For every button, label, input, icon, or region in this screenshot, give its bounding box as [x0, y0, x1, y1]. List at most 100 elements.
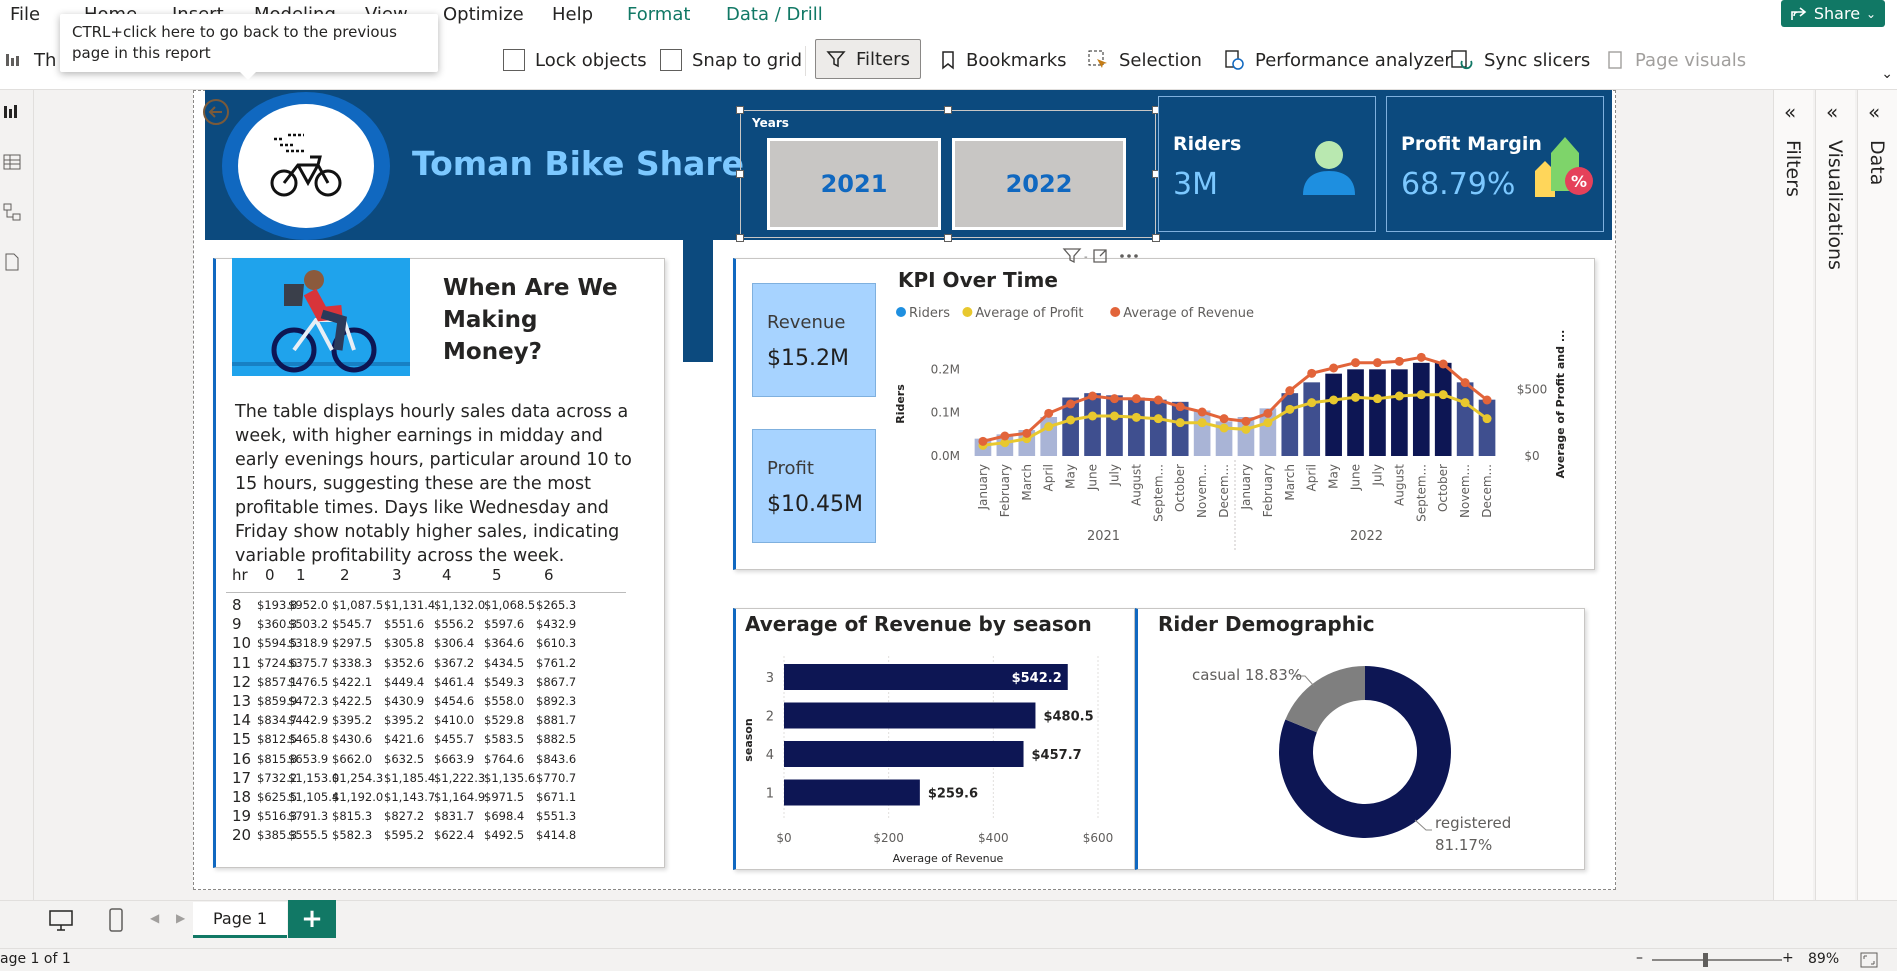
back-arrow-icon[interactable] [202, 98, 230, 126]
zoom-slider[interactable] [1652, 959, 1782, 961]
lock-objects-toggle[interactable]: Lock objects [503, 40, 647, 80]
legend-marker [962, 307, 973, 317]
snap-to-grid-checkbox[interactable] [660, 49, 682, 71]
expand-filters-chevron-icon[interactable]: « [1784, 100, 1796, 124]
profit-point [1416, 390, 1426, 400]
data-pane-label: Data [1866, 140, 1888, 186]
visualizations-pane[interactable]: « Visualizations [1815, 90, 1855, 900]
share-button[interactable]: Share ⌄ [1781, 0, 1885, 27]
matrix-cell: $881.7 [536, 713, 577, 728]
chevron-down-icon: ⌄ [1866, 6, 1877, 21]
theme-button[interactable]: Th [4, 40, 56, 80]
x-tick-label: April [1042, 464, 1056, 491]
zoom-in-icon[interactable]: + [1782, 950, 1794, 966]
slicer-option-2021[interactable]: 2021 [767, 138, 941, 230]
revenue-point [1416, 352, 1426, 362]
riders-bar [1347, 369, 1364, 456]
filter-icon[interactable] [1062, 248, 1082, 264]
menu-file[interactable]: File [10, 4, 40, 25]
lock-objects-checkbox[interactable] [503, 49, 525, 71]
revenue-card[interactable]: Revenue $15.2M [752, 283, 876, 397]
zoom-slider-thumb[interactable] [1703, 953, 1708, 967]
sync-slicers-button[interactable]: Sync slicers [1450, 40, 1590, 80]
performance-analyzer-button[interactable]: Performance analyzer [1223, 40, 1452, 80]
dax-query-view-icon[interactable] [2, 252, 22, 272]
matrix-row-header: 8 [232, 596, 242, 614]
zoom-out-icon[interactable]: – [1636, 950, 1643, 966]
menu-help[interactable]: Help [552, 4, 593, 25]
data-pane[interactable]: « Data [1857, 90, 1897, 900]
riders-card[interactable]: Riders 3M [1158, 96, 1376, 232]
selection-button[interactable]: Selection [1087, 40, 1202, 80]
table-view-icon[interactable] [2, 152, 22, 172]
desktop-layout-icon[interactable] [48, 909, 74, 933]
resize-handle[interactable] [944, 106, 952, 114]
kpi-over-time-chart[interactable]: Riders Average of Profit Average of Revenu… [890, 300, 1590, 560]
prev-page-icon[interactable]: ◀ [150, 911, 159, 925]
x-tick-label: $0 [776, 831, 791, 845]
performance-analyzer-label: Performance analyzer [1255, 49, 1452, 71]
matrix-cell: $318.9 [288, 636, 329, 651]
ribbon-expand-chevron-icon[interactable]: ⌄ [1881, 66, 1893, 82]
matrix-cell: $764.6 [484, 751, 525, 766]
add-page-button[interactable]: + [288, 900, 336, 938]
next-page-icon[interactable]: ▶ [176, 911, 185, 925]
slicer-label: Years [752, 116, 789, 130]
matrix-cell: $465.8 [288, 732, 329, 747]
expand-data-chevron-icon[interactable]: « [1868, 100, 1880, 124]
resize-handle[interactable] [1152, 234, 1160, 242]
riders-bar [1478, 399, 1496, 456]
y-tick-label: 0.1M [931, 406, 960, 420]
snap-to-grid-toggle[interactable]: Snap to grid [660, 40, 802, 80]
x-tick-label: April [1305, 464, 1319, 491]
kpi-chart-title: KPI Over Time [898, 268, 1058, 292]
menu-data-drill[interactable]: Data / Drill [726, 4, 823, 25]
revenue-point [1131, 394, 1141, 404]
filters-button[interactable]: Filters [815, 39, 921, 79]
x-tick-label: $400 [978, 831, 1009, 845]
report-view-icon[interactable] [2, 102, 22, 122]
rider-demographic-donut[interactable]: casual 18.83% registered 81.17% [1140, 640, 1580, 868]
resize-handle[interactable] [736, 170, 744, 178]
profit-point [1394, 391, 1404, 401]
fit-to-page-icon[interactable] [1860, 952, 1878, 968]
riders-bar [1128, 397, 1145, 456]
matrix-cell: $1,087.5 [332, 598, 384, 612]
profit-margin-card[interactable]: Profit Margin 68.79% % [1386, 96, 1604, 232]
revenue-point [1066, 399, 1076, 409]
profit-card[interactable]: Profit $10.45M [752, 429, 876, 543]
bookmarks-label: Bookmarks [966, 49, 1067, 71]
model-view-icon[interactable] [2, 202, 22, 222]
x-tick-label: May [1064, 464, 1078, 489]
filters-pane[interactable]: « Filters [1773, 90, 1813, 900]
mobile-layout-icon[interactable] [108, 907, 124, 933]
season-revenue-chart[interactable]: 3 $542.2 2 $480.5 4 $457.7 1 $259.6 $0 $200 $400 $6… [740, 640, 1130, 868]
menu-optimize[interactable]: Optimize [443, 4, 524, 25]
person-icon [1303, 141, 1355, 195]
matrix-cell: $610.3 [536, 636, 577, 651]
matrix-cell: $395.2 [384, 713, 425, 728]
matrix-cell: $551.3 [536, 809, 577, 824]
page-visuals-button[interactable]: Page visuals [1605, 40, 1746, 80]
expand-visualizations-chevron-icon[interactable]: « [1826, 100, 1838, 124]
resize-handle[interactable] [736, 234, 744, 242]
x-tick-label: February [1261, 464, 1275, 517]
profit-point [1372, 394, 1382, 404]
profit-point [1438, 390, 1448, 400]
matrix-cell: $1,164.9 [434, 790, 486, 804]
x-tick-label: October [1173, 464, 1187, 512]
riders-bar [1325, 373, 1342, 456]
bookmarks-button[interactable]: Bookmarks [940, 40, 1067, 80]
resize-handle[interactable] [736, 106, 744, 114]
matrix-cell: $529.8 [484, 713, 525, 728]
resize-handle[interactable] [944, 234, 952, 242]
x-tick-label: June [1349, 464, 1363, 491]
page-tab-page-1[interactable]: Page 1 [193, 902, 287, 938]
more-options-icon[interactable] [1120, 254, 1124, 258]
slicer-option-2022[interactable]: 2022 [952, 138, 1126, 230]
menu-format[interactable]: Format [627, 4, 690, 25]
focus-mode-icon[interactable] [1093, 249, 1107, 263]
filters-pane-label: Filters [1782, 140, 1804, 197]
profit-point [1219, 423, 1229, 433]
profit-point [1285, 404, 1295, 414]
